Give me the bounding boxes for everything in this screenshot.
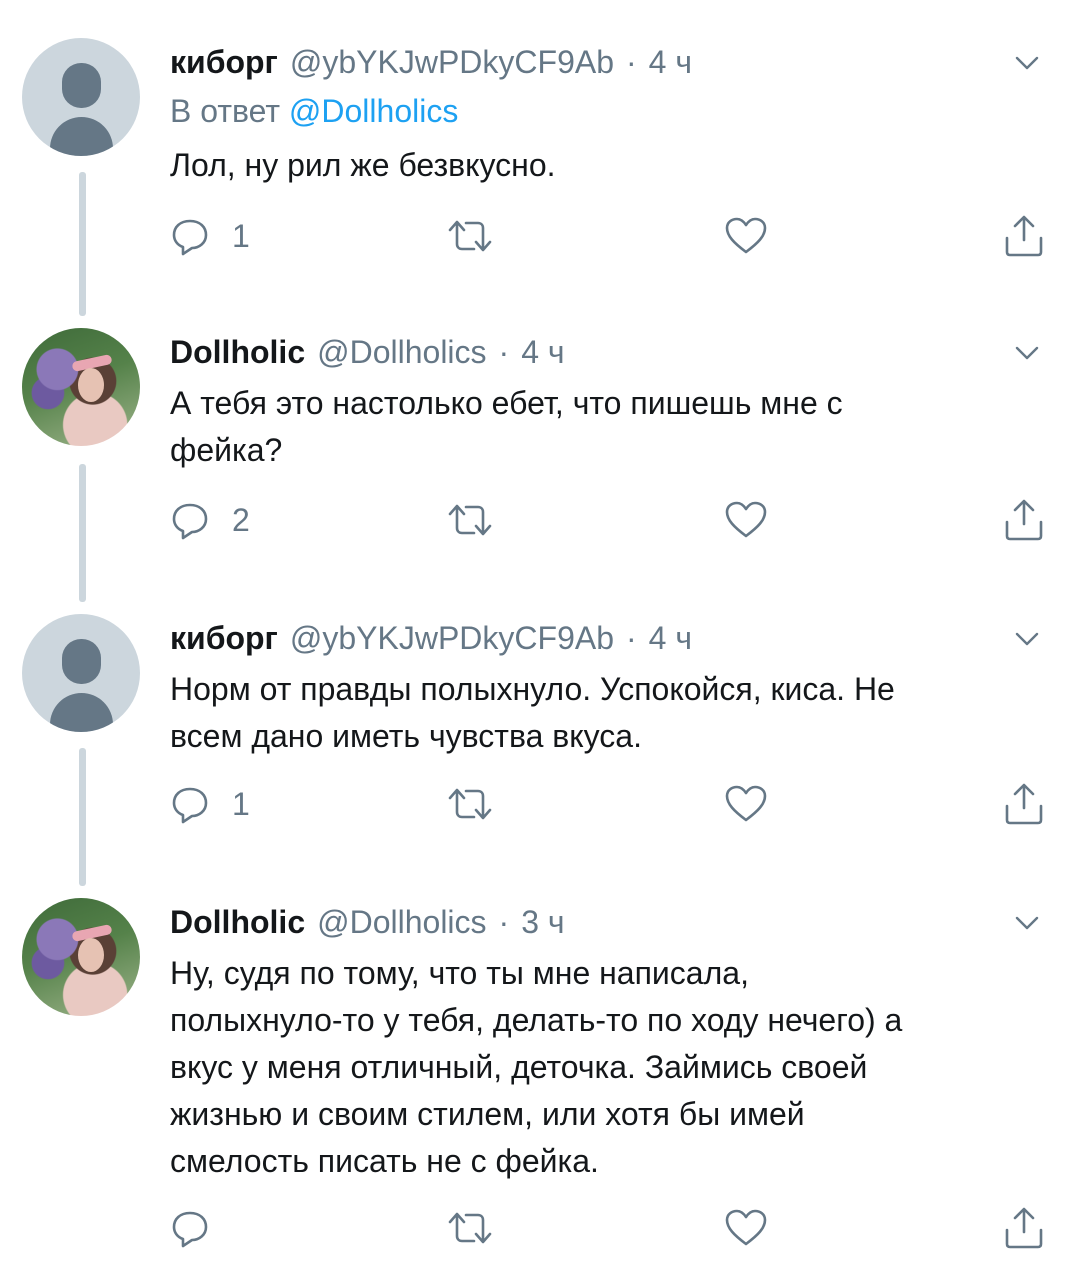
action-bar: 1 xyxy=(170,780,1050,828)
reply-button[interactable]: 1 xyxy=(170,780,250,828)
tweet-header: Dollholic @Dollholics · 3 ч xyxy=(170,898,565,946)
like-button[interactable] xyxy=(724,1204,768,1252)
tweet[interactable]: Dollholic @Dollholics · 3 ч Ну, судя по … xyxy=(0,898,1070,1258)
separator-dot: · xyxy=(626,620,637,656)
user-handle[interactable]: @ybYKJwPDkyCF9Ab xyxy=(290,38,614,86)
share-button[interactable] xyxy=(1002,780,1046,828)
like-button[interactable] xyxy=(724,496,768,544)
display-name[interactable]: Dollholic xyxy=(170,898,305,946)
reply-prefix: В ответ xyxy=(170,93,281,129)
heart-icon xyxy=(725,501,767,538)
default-avatar-shoulders xyxy=(50,693,113,732)
timestamp[interactable]: 4 ч xyxy=(649,614,692,662)
tweet-text-line: Ну, судя по тому, что ты мне написала, xyxy=(170,955,749,991)
default-avatar-head xyxy=(62,63,101,108)
reply-icon xyxy=(172,1211,208,1248)
heart-icon xyxy=(725,785,767,822)
default-avatar-shoulders xyxy=(50,117,113,156)
retweet-icon xyxy=(448,504,492,536)
user-handle[interactable]: @Dollholics xyxy=(317,898,486,946)
timestamp[interactable]: 4 ч xyxy=(521,328,564,376)
action-bar: 2 xyxy=(170,496,1050,544)
tweet-text-line: полыхнуло-то у тебя, делать-то по ходу н… xyxy=(170,1002,903,1038)
tweet[interactable]: киборг @ybYKJwPDkyCF9Ab · 4 ч В ответ @D… xyxy=(0,38,1070,288)
timestamp[interactable]: 3 ч xyxy=(521,898,564,946)
like-button[interactable] xyxy=(724,780,768,828)
separator-dot: · xyxy=(498,904,510,940)
tweet[interactable]: киборг @ybYKJwPDkyCF9Ab · 4 ч Норм от пр… xyxy=(0,614,1070,846)
avatar-photo-detail xyxy=(78,368,104,402)
retweet-icon xyxy=(448,220,492,252)
heart-icon xyxy=(725,217,767,254)
share-icon xyxy=(1005,215,1043,257)
share-icon xyxy=(1005,783,1043,825)
tweet-text-line: жизнью и своим стилем, или хотя бы имей xyxy=(170,1096,805,1132)
tweet-text-line: А тебя это настолько ебет, что пишешь мн… xyxy=(170,385,843,421)
heart-icon xyxy=(725,1209,767,1246)
tweet-header: Dollholic @Dollholics · 4 ч xyxy=(170,328,565,376)
tweet[interactable]: Dollholic @Dollholics · 4 ч А тебя это н… xyxy=(0,328,1070,560)
tweet-text-line: смелость писать не с фейка. xyxy=(170,1143,599,1179)
tweet-text-line: всем дано иметь чувства вкуса. xyxy=(170,718,642,754)
display-name[interactable]: Dollholic xyxy=(170,328,305,376)
share-icon xyxy=(1005,499,1043,541)
avatar[interactable] xyxy=(22,38,140,156)
display-name[interactable]: киборг xyxy=(170,614,278,662)
reply-button[interactable] xyxy=(170,1204,232,1252)
avatar[interactable] xyxy=(22,328,140,446)
chevron-down-icon[interactable] xyxy=(1012,48,1042,78)
chevron-down-icon[interactable] xyxy=(1012,624,1042,654)
tweet-text: Ну, судя по тому, что ты мне написала, п… xyxy=(170,950,1040,1185)
reply-context: В ответ @Dollholics xyxy=(170,88,458,134)
retweet-button[interactable] xyxy=(446,780,494,828)
reply-button[interactable]: 1 xyxy=(170,212,250,260)
reply-icon xyxy=(172,219,208,256)
retweet-button[interactable] xyxy=(446,212,494,260)
retweet-icon xyxy=(448,788,492,820)
timestamp[interactable]: 4 ч xyxy=(649,38,692,86)
tweet-text: Норм от правды полыхнуло. Успокойся, кис… xyxy=(170,666,1040,760)
reply-count: 1 xyxy=(232,217,250,254)
user-handle[interactable]: @ybYKJwPDkyCF9Ab xyxy=(290,614,614,662)
tweet-header: киборг @ybYKJwPDkyCF9Ab · 4 ч xyxy=(170,38,692,86)
user-handle[interactable]: @Dollholics xyxy=(317,328,486,376)
share-icon xyxy=(1005,1207,1043,1249)
tweet-text-line: фейка? xyxy=(170,432,283,468)
avatar-photo-detail xyxy=(78,938,104,972)
tweet-text: А тебя это настолько ебет, что пишешь мн… xyxy=(170,380,1040,474)
chevron-down-icon[interactable] xyxy=(1012,338,1042,368)
share-button[interactable] xyxy=(1002,496,1046,544)
tweet-header: киборг @ybYKJwPDkyCF9Ab · 4 ч xyxy=(170,614,692,662)
tweet-text-line: Лол, ну рил же безвкусно. xyxy=(170,147,556,183)
retweet-button[interactable] xyxy=(446,496,494,544)
reply-icon xyxy=(172,503,208,540)
reply-button[interactable]: 2 xyxy=(170,496,250,544)
default-avatar-head xyxy=(62,639,101,684)
share-button[interactable] xyxy=(1002,1204,1046,1252)
action-bar xyxy=(170,1204,1050,1252)
mention-link[interactable]: @Dollholics xyxy=(289,93,458,129)
action-bar: 1 xyxy=(170,212,1050,260)
separator-dot: · xyxy=(498,334,510,370)
reply-count: 1 xyxy=(232,785,250,822)
like-button[interactable] xyxy=(724,212,768,260)
tweet-text-line: вкус у меня отличный, деточка. Займись с… xyxy=(170,1049,868,1085)
chevron-down-icon[interactable] xyxy=(1012,908,1042,938)
reply-count: 2 xyxy=(232,501,250,538)
separator-dot: · xyxy=(626,44,637,80)
tweet-text-line: Норм от правды полыхнуло. Успокойся, кис… xyxy=(170,671,895,707)
avatar[interactable] xyxy=(22,898,140,1016)
display-name[interactable]: киборг xyxy=(170,38,278,86)
retweet-icon xyxy=(448,1212,492,1244)
share-button[interactable] xyxy=(1002,212,1046,260)
retweet-button[interactable] xyxy=(446,1204,494,1252)
avatar[interactable] xyxy=(22,614,140,732)
tweet-text: Лол, ну рил же безвкусно. xyxy=(170,142,1040,189)
reply-icon xyxy=(172,787,208,824)
